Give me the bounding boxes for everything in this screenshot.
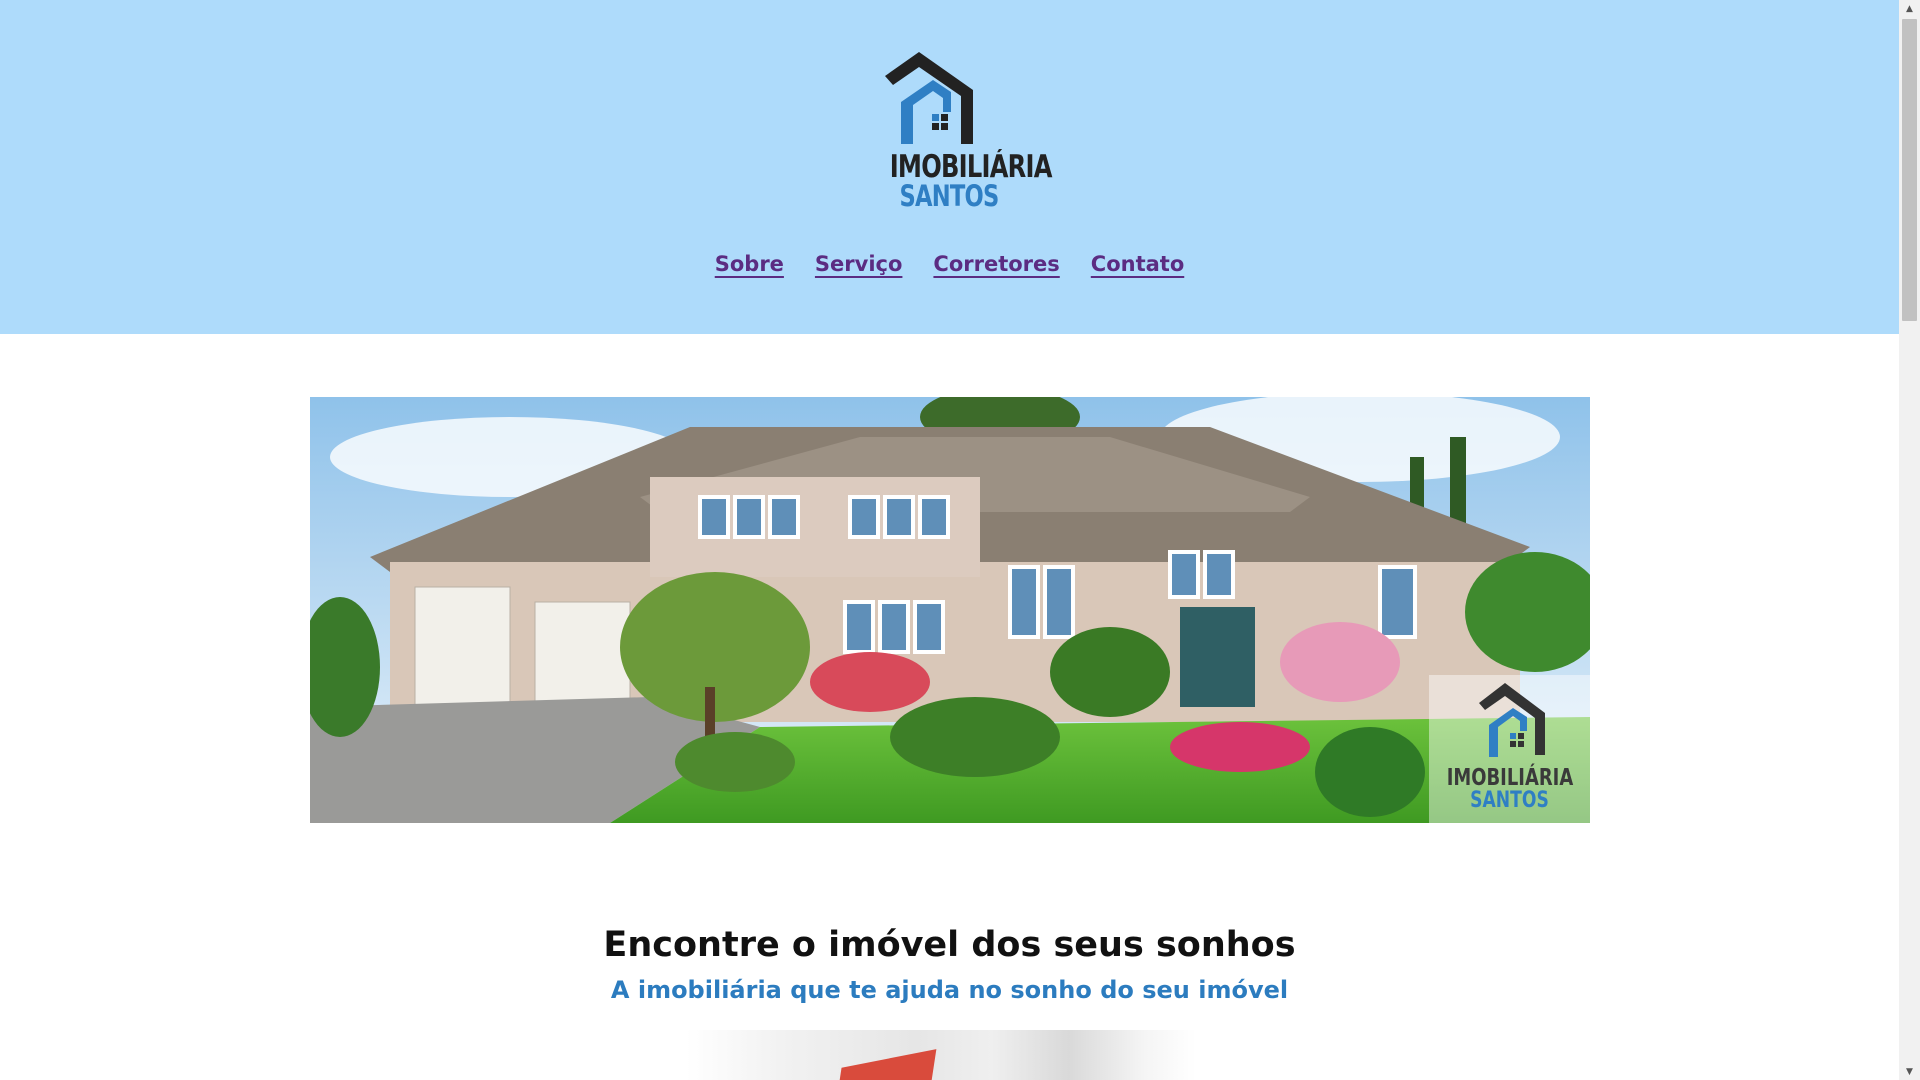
watermark-text-santos: SANTOS [1470,788,1549,813]
nav-link-contato[interactable]: Contato [1091,252,1184,276]
page-subheadline: A imobiliária que te ajuda no sonho do s… [610,976,1289,1004]
nav-link-corretores[interactable]: Corretores [933,252,1059,276]
page-headline: Encontre o imóvel dos seus sonhos [603,925,1296,965]
logo-text-santos: SANTOS [899,179,999,213]
scroll-down-arrow-icon[interactable]: ▼ [1899,1063,1920,1080]
site-header: IMOBILIÁRIA SANTOS Sobre Serviço Correto… [0,0,1899,334]
hero-watermark: IMOBILIÁRIA SANTOS [1429,675,1590,823]
vertical-scrollbar[interactable]: ▲ ▼ [1899,0,1920,1080]
house-photo [310,397,1590,823]
scrollbar-thumb[interactable] [1902,19,1917,321]
nav-link-sobre[interactable]: Sobre [715,252,784,276]
hero-image: IMOBILIÁRIA SANTOS [310,397,1590,823]
main-nav: Sobre Serviço Corretores Contato [0,252,1899,276]
page-viewport: IMOBILIÁRIA SANTOS Sobre Serviço Correto… [0,0,1899,1080]
brand-logo[interactable]: IMOBILIÁRIA SANTOS [873,52,1052,213]
house-watermark-icon [1479,683,1545,757]
nav-link-servico[interactable]: Serviço [815,252,903,276]
section-image-preview [686,1030,1196,1080]
house-model-roof [835,1049,937,1080]
watermark-text-imobiliaria: IMOBILIÁRIA [1446,765,1574,791]
scroll-up-arrow-icon[interactable]: ▲ [1899,0,1920,17]
house-logo-icon [885,52,973,144]
